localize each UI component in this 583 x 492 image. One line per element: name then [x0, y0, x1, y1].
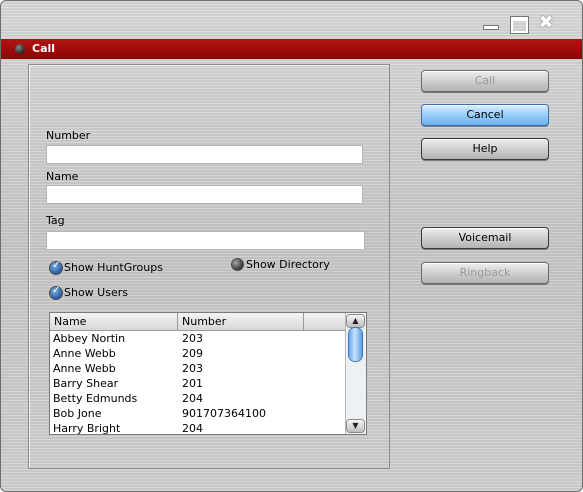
call-button[interactable]: Call — [421, 70, 549, 92]
ringback-button[interactable]: Ringback — [421, 262, 549, 284]
column-header-name[interactable]: Name — [50, 313, 178, 330]
list-row[interactable]: Harry Bright 204 — [50, 421, 346, 435]
dialog-title-bar: Call — [1, 39, 582, 59]
row-name: Barry Shear — [53, 377, 119, 390]
row-number: 204 — [182, 392, 203, 405]
show-huntgroups-label[interactable]: Show HuntGroups — [64, 261, 163, 274]
help-button[interactable]: Help — [421, 138, 549, 160]
maximize-icon[interactable] — [510, 15, 528, 33]
scroll-up-icon[interactable]: ▲ — [347, 315, 364, 327]
voicemail-button[interactable]: Voicemail — [421, 227, 549, 249]
scroll-down-icon[interactable]: ▼ — [347, 420, 364, 432]
tag-label: Tag — [46, 214, 65, 227]
directory-list[interactable]: Name Number Abbey Nortin 203 Anne Webb 2… — [49, 312, 367, 435]
list-row[interactable]: Anne Webb 209 — [50, 346, 346, 361]
tag-input[interactable] — [46, 231, 365, 250]
row-name: Bob Jone — [53, 407, 102, 420]
name-input[interactable] — [46, 185, 363, 204]
show-directory-label[interactable]: Show Directory — [246, 258, 330, 271]
column-header-empty — [304, 313, 346, 330]
row-number: 204 — [182, 422, 203, 435]
list-row[interactable]: Anne Webb 203 — [50, 361, 346, 376]
list-row[interactable]: Betty Edmunds 204 — [50, 391, 346, 406]
list-rows: Abbey Nortin 203 Anne Webb 209 Anne Webb… — [50, 331, 346, 435]
minimize-icon[interactable] — [482, 15, 500, 31]
name-label: Name — [46, 170, 79, 183]
column-header-number[interactable]: Number — [178, 313, 304, 330]
call-window: ✖ Call Number Name Tag Show HuntGroups S… — [0, 0, 583, 492]
dialog-title: Call — [32, 42, 56, 55]
list-row[interactable]: Abbey Nortin 203 — [50, 331, 346, 346]
status-dot-icon — [15, 44, 25, 54]
row-name: Harry Bright — [53, 422, 121, 435]
list-row[interactable]: Bob Jone 901707364100 — [50, 406, 346, 421]
show-directory-radio[interactable] — [232, 259, 243, 270]
scroll-thumb[interactable] — [349, 328, 362, 361]
row-number: 901707364100 — [182, 407, 266, 420]
number-input[interactable] — [46, 145, 363, 164]
row-number: 209 — [182, 347, 203, 360]
show-users-checkbox[interactable] — [50, 285, 62, 299]
cancel-button[interactable]: Cancel — [421, 104, 549, 126]
list-scrollbar[interactable]: ▲ ▼ — [345, 313, 366, 434]
close-icon[interactable]: ✖ — [537, 14, 555, 32]
row-number: 203 — [182, 332, 203, 345]
row-number: 203 — [182, 362, 203, 375]
row-name: Anne Webb — [53, 347, 116, 360]
list-header: Name Number — [50, 313, 346, 331]
list-row[interactable]: Barry Shear 201 — [50, 376, 346, 391]
row-name: Anne Webb — [53, 362, 116, 375]
row-name: Abbey Nortin — [53, 332, 126, 345]
row-name: Betty Edmunds — [53, 392, 138, 405]
show-users-label[interactable]: Show Users — [64, 286, 128, 299]
number-label: Number — [46, 129, 91, 142]
show-huntgroups-checkbox[interactable] — [50, 260, 62, 274]
row-number: 201 — [182, 377, 203, 390]
